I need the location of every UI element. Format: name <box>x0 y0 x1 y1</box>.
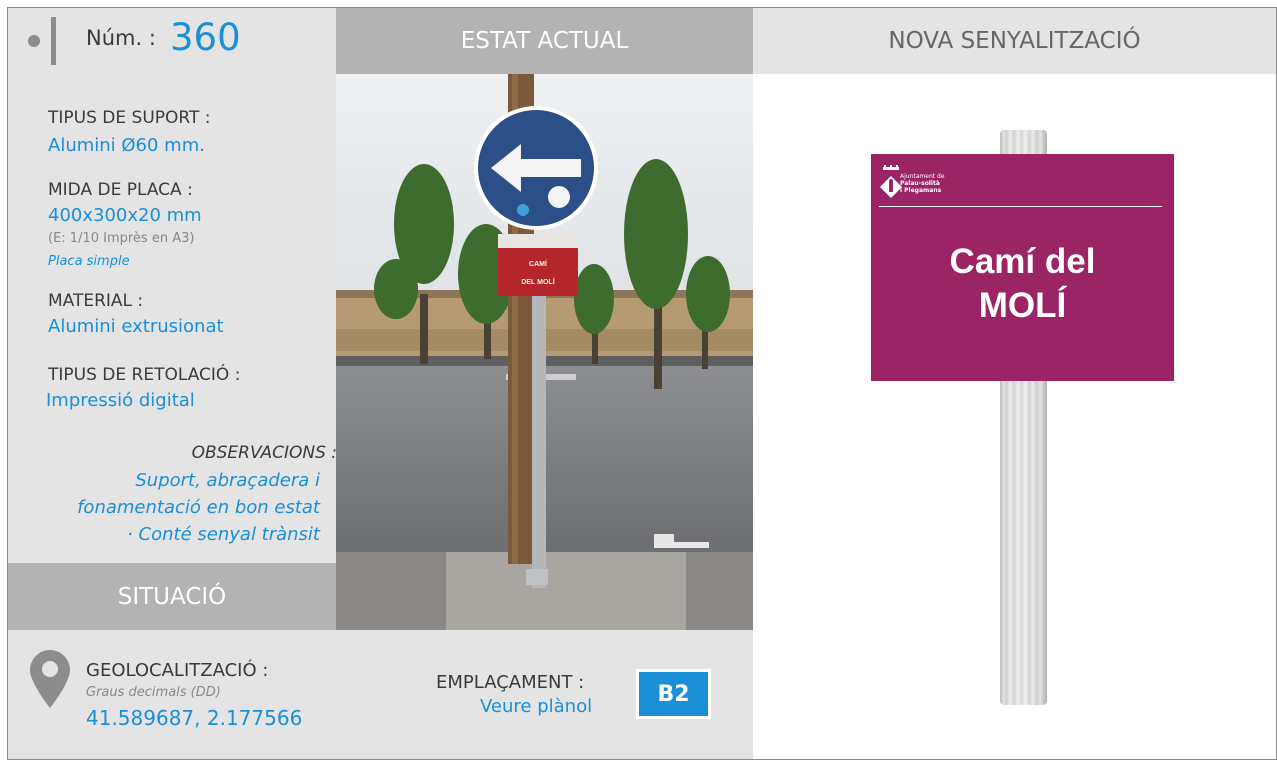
sign-divider <box>879 206 1162 207</box>
observations-line-3: · Conté senyal trànsit <box>127 524 320 545</box>
dot-icon <box>28 35 40 47</box>
plate-scale-note: (E: 1/10 Imprès en A3) <box>48 231 195 246</box>
lettering-type-value: Impressió digital <box>46 390 195 411</box>
number-value: 360 <box>170 16 241 59</box>
municipal-shield-icon <box>880 176 902 198</box>
observations-line-2: fonamentació en bon estat <box>77 497 320 518</box>
geolocation-format: Graus decimals (DD) <box>86 685 221 700</box>
photo-sign-line-1: CAMÍ <box>529 259 548 268</box>
plate-size-value: 400x300x20 mm <box>48 205 202 226</box>
geolocation-label: GEOLOCALITZACIÓ : <box>86 660 269 681</box>
material-label: MATERIAL : <box>48 291 144 311</box>
situation-title: SITUACIÓ <box>117 583 227 610</box>
sign-org-line-1: Ajuntament de <box>900 173 945 180</box>
current-state-title: ESTAT ACTUAL <box>460 28 629 54</box>
sign-org-line-2: Palau-solità <box>900 180 940 187</box>
location-code: B2 <box>657 681 690 707</box>
plate-size-label: MIDA DE PLACA : <box>48 180 193 200</box>
support-type-label: TIPUS DE SUPORT : <box>48 108 211 128</box>
street-photo-illustration: CAMÍ DEL MOLÍ <box>336 74 753 630</box>
photo-sign-line-2: DEL MOLÍ <box>521 277 555 286</box>
view-map-link[interactable]: Veure plànol <box>480 696 592 717</box>
number-label: Núm. : <box>86 26 156 50</box>
new-signage-header: NOVA SENYALITZACIÓ <box>753 8 1276 74</box>
map-pin-icon <box>30 650 70 708</box>
sign-org-line-3: i Plegamans <box>900 187 942 194</box>
support-type-value: Alumini Ø60 mm. <box>48 135 205 156</box>
divider-line-icon <box>51 17 56 65</box>
sign-street-line-1: Camí del <box>949 242 1096 281</box>
observations-label: OBSERVACIONS : <box>191 443 337 463</box>
sign-street-name: Camí del MOLÍ <box>871 240 1174 328</box>
situation-header: SITUACIÓ <box>8 563 336 630</box>
crown-icon <box>883 165 899 170</box>
lettering-type-label: TIPUS DE RETOLACIÓ : <box>48 365 241 385</box>
observations-line-1: Suport, abraçadera i <box>135 470 320 491</box>
new-sign-plate: Ajuntament de Palau-solità i Plegamans C… <box>871 154 1174 381</box>
plate-type-note: Placa simple <box>48 254 130 269</box>
new-signage-title: NOVA SENYALITZACIÓ <box>888 28 1141 54</box>
sign-organization: Ajuntament de Palau-solità i Plegamans <box>900 173 945 194</box>
current-state-photo: CAMÍ DEL MOLÍ <box>336 74 753 630</box>
sign-street-line-2: MOLÍ <box>978 286 1067 325</box>
current-state-header: ESTAT ACTUAL <box>336 8 753 74</box>
material-value: Alumini extrusionat <box>48 316 224 337</box>
geolocation-value: 41.589687, 2.177566 <box>86 706 303 730</box>
location-label: EMPLAÇAMENT : <box>436 672 585 693</box>
location-code-badge: B2 <box>636 669 711 719</box>
